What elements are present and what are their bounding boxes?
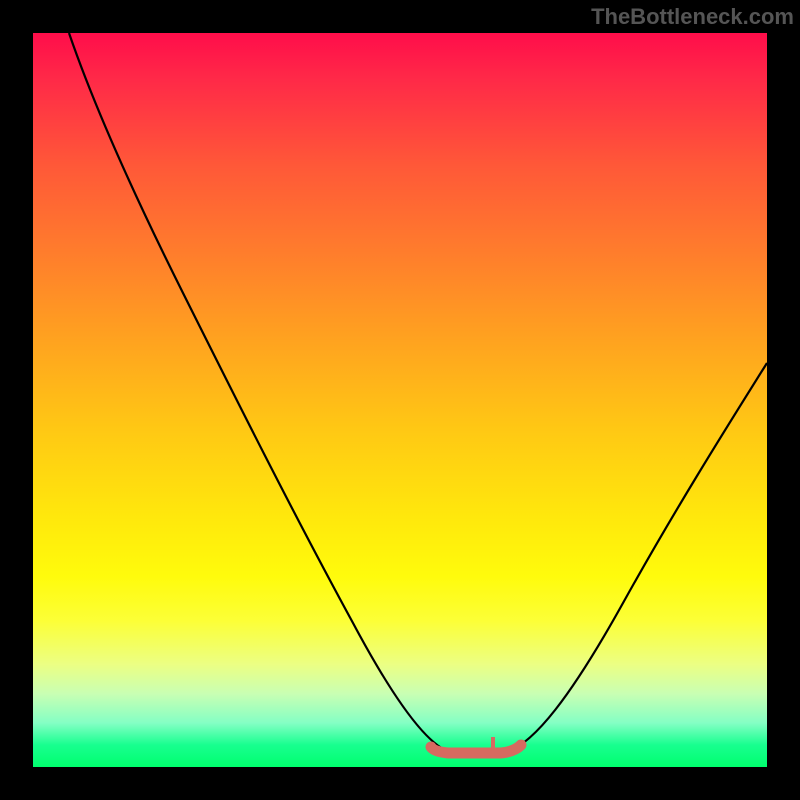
chart-container: TheBottleneck.com xyxy=(0,0,800,800)
flat-marker-dot-left xyxy=(426,742,436,752)
flat-marker-tick xyxy=(491,737,495,749)
flat-marker-dot-right xyxy=(516,740,526,750)
watermark-text: TheBottleneck.com xyxy=(591,4,794,30)
bottleneck-curve-path xyxy=(69,33,767,753)
flat-region-marker-path xyxy=(431,745,521,753)
chart-svg xyxy=(33,33,767,767)
plot-area xyxy=(33,33,767,767)
